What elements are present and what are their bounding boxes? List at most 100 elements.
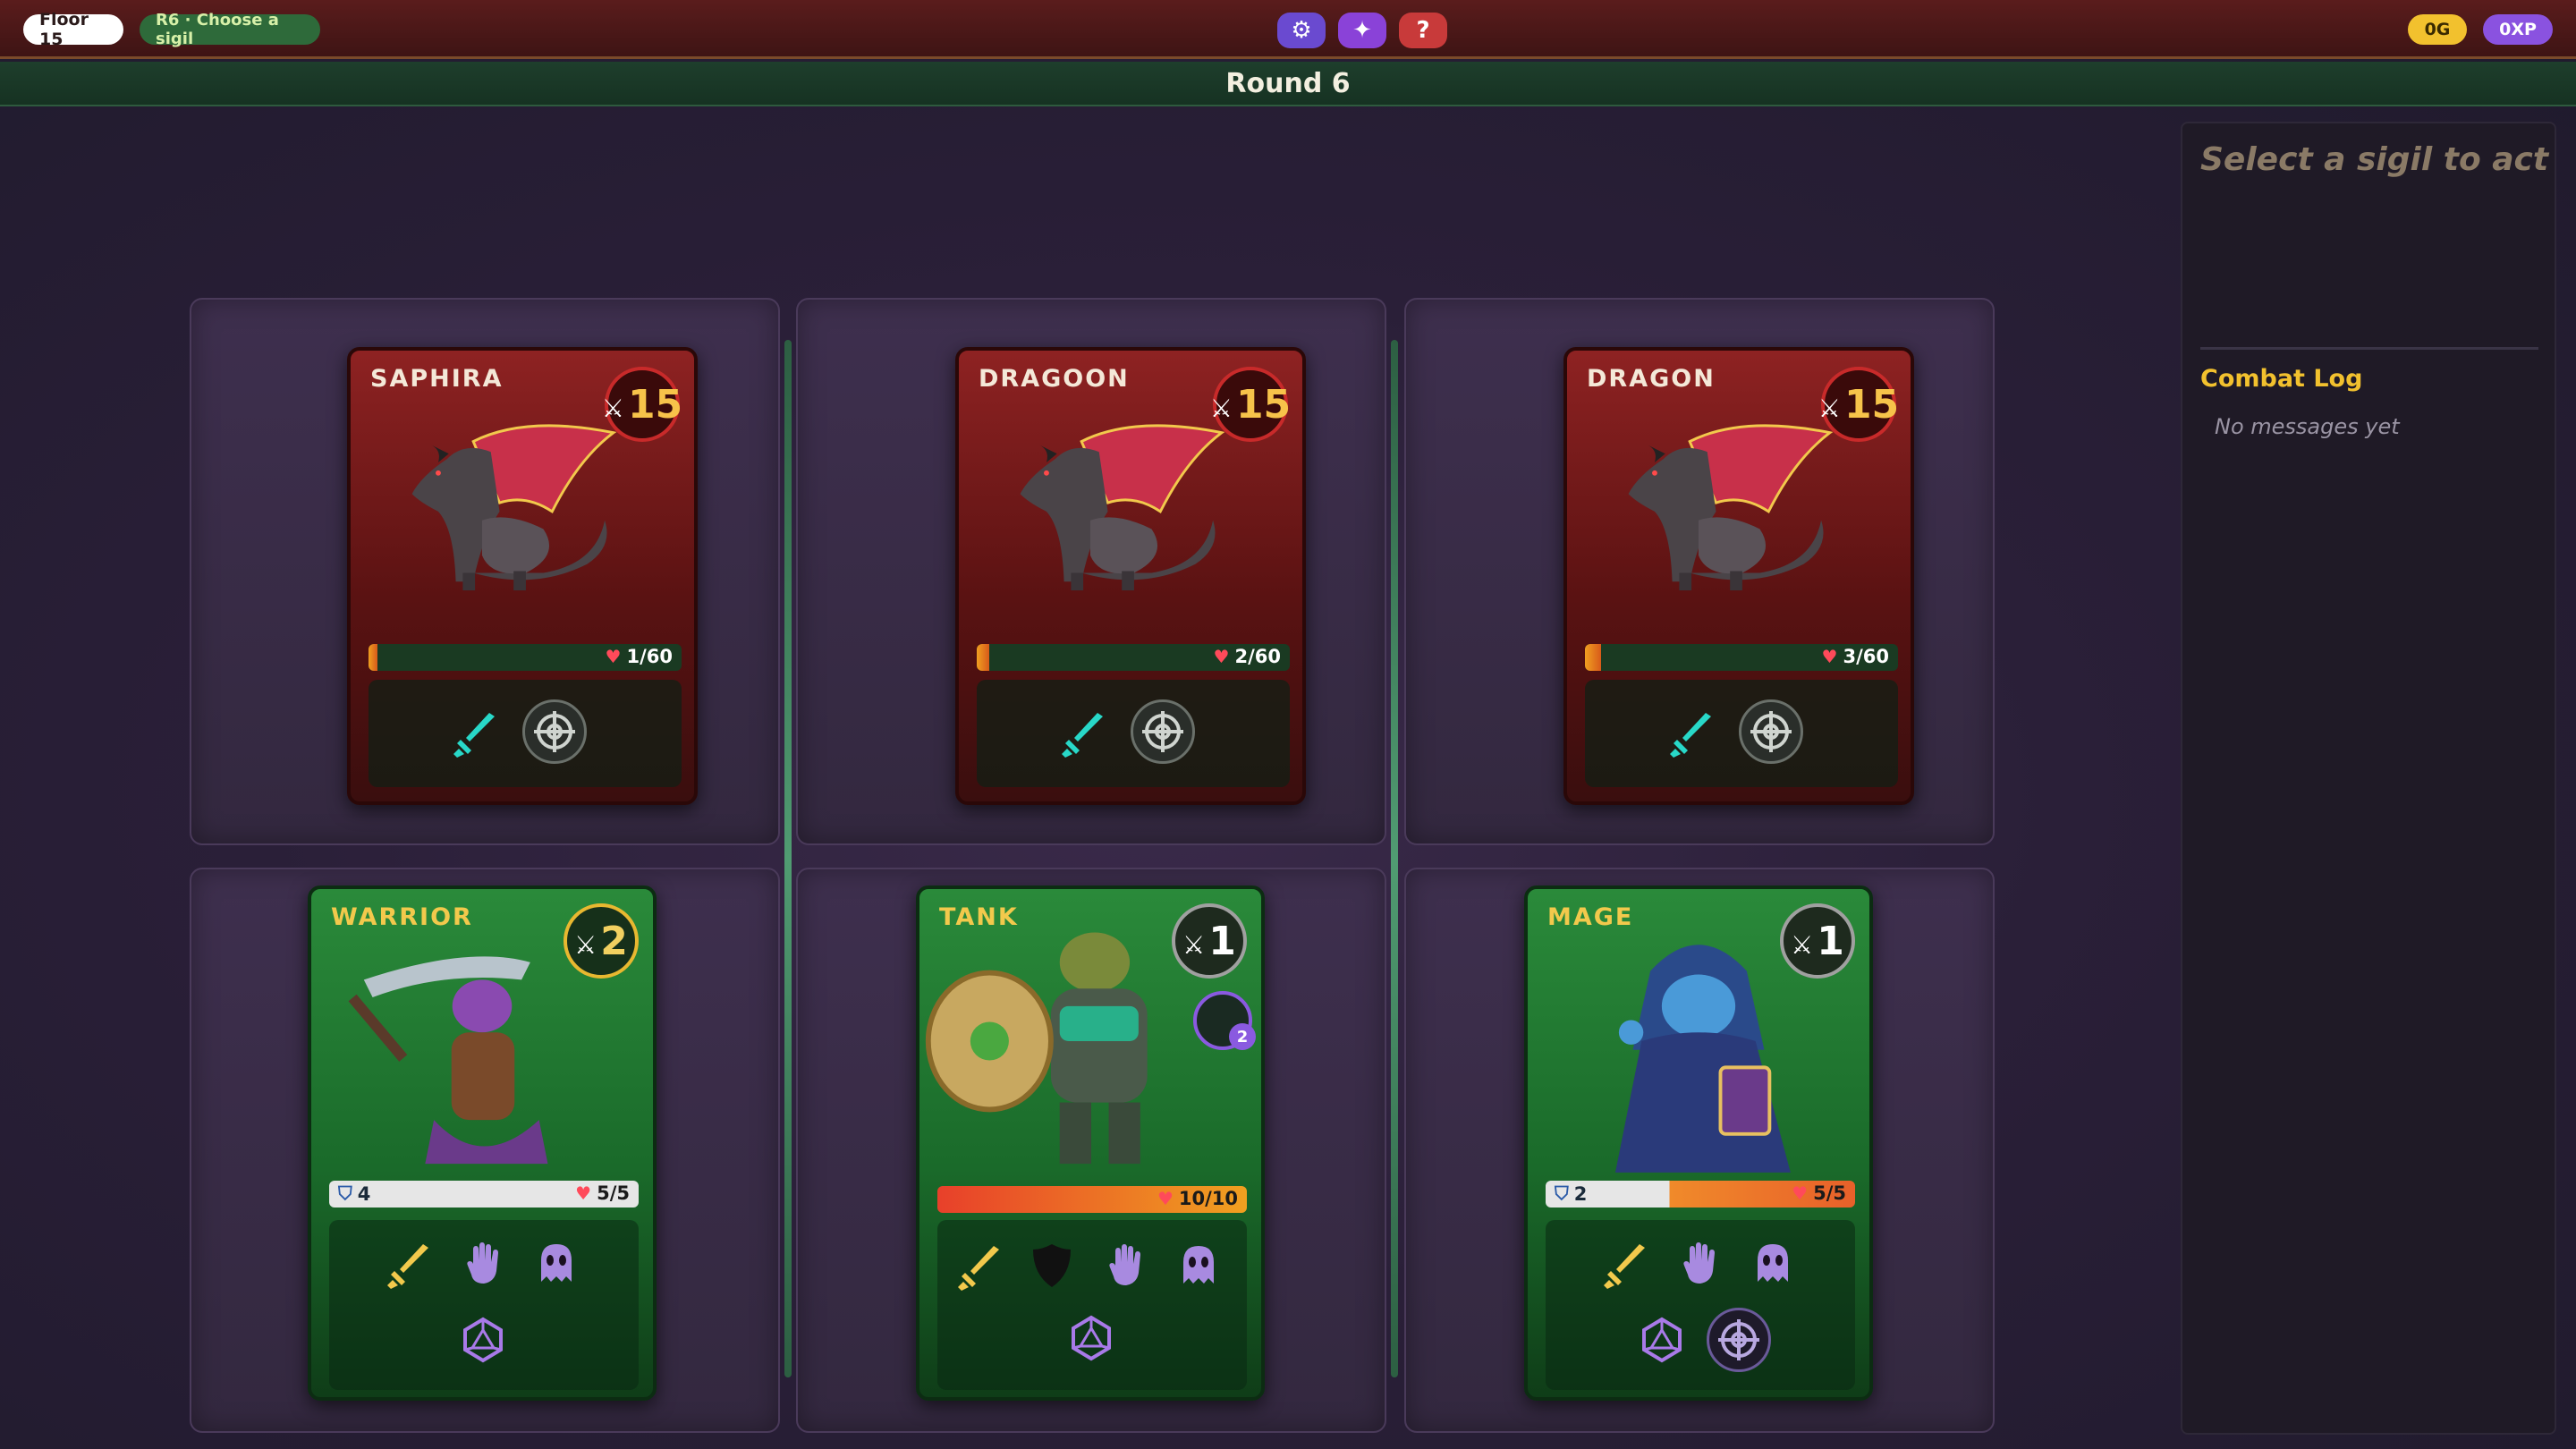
gold-counter: 0G — [2408, 14, 2467, 45]
enemy-name: DRAGON — [1587, 365, 1716, 393]
hp-text: 2/60 — [1234, 646, 1281, 667]
ghost-sigil[interactable] — [1741, 1231, 1805, 1295]
ally-card-tank[interactable]: TANK ⚔ 1 2 ♥ 10/10 — [916, 886, 1265, 1401]
sword-icon — [387, 1244, 428, 1289]
sword-sigil[interactable] — [1050, 699, 1114, 764]
d20-sigil[interactable] — [451, 1308, 515, 1372]
status-counter-badge: 2 — [1193, 991, 1256, 1050]
enemy-name: DRAGOON — [979, 365, 1130, 393]
hp-fill — [369, 644, 377, 671]
combat-log-title: Combat Log — [2200, 365, 2363, 393]
d20-icon — [1072, 1316, 1111, 1360]
hp-text: 3/60 — [1843, 646, 1889, 667]
ghost-icon — [541, 1244, 572, 1282]
hp-fill — [977, 644, 989, 671]
dragon-portrait — [1019, 424, 1224, 592]
sword-icon — [453, 713, 495, 758]
heart-icon: ♥ — [575, 1182, 592, 1204]
ability-panel — [369, 680, 682, 787]
ability-panel — [977, 680, 1290, 787]
sword-icon — [1670, 713, 1711, 758]
warrior-portrait — [348, 956, 548, 1165]
enemy-card-dragon[interactable]: DRAGON ⚔ 15 ♥ 3/60 — [1563, 347, 1914, 805]
crosshair-sigil[interactable] — [1707, 1308, 1771, 1372]
crosshair-icon — [1716, 1318, 1761, 1362]
hand-sigil[interactable] — [451, 1231, 515, 1295]
heart-icon: ♥ — [1821, 646, 1838, 667]
gear-icon: ⚙ — [1291, 17, 1312, 44]
shield-value: 4 — [357, 1182, 371, 1205]
sword-icon — [1604, 1244, 1645, 1289]
settings-button[interactable]: ⚙ — [1277, 13, 1326, 48]
sword-sigil[interactable] — [376, 1231, 440, 1295]
enemy-hp-bar: ♥ 1/60 — [369, 644, 682, 671]
round-label: Round 6 — [1225, 67, 1351, 99]
ghost-sigil[interactable] — [1166, 1233, 1231, 1297]
combat-log-empty: No messages yet — [2215, 414, 2400, 439]
d20-sigil[interactable] — [1059, 1306, 1123, 1370]
ally-card-mage[interactable]: MAGE ⚔ 1 ⛉ 2 ♥ 5/5 — [1524, 886, 1873, 1401]
hp-text: 10/10 — [1178, 1188, 1238, 1209]
enemy-card-saphira[interactable]: SAPHIRA ⚔ 15 ♥ 1/60 — [347, 347, 698, 805]
ally-hp-bar: ♥ 10/10 — [937, 1186, 1247, 1213]
ghost-sigil[interactable] — [524, 1231, 589, 1295]
heart-icon: ♥ — [1213, 646, 1230, 667]
sparkle-icon: ✦ — [1352, 17, 1372, 44]
crosshair-icon — [532, 709, 577, 754]
crosshair-sigil[interactable] — [1739, 699, 1803, 764]
top-bar: Floor 15 R6 · Choose a sigil ⚙ ✦ ? 0G 0X… — [0, 0, 2576, 59]
panel-divider — [2200, 347, 2538, 350]
ally-card-warrior[interactable]: WARRIOR ⚔ 2 ⛉ 4 ♥ 5/5 — [308, 886, 657, 1401]
shield-icon: ⛉ — [1555, 1182, 1569, 1204]
lane-divider — [1391, 340, 1398, 1377]
status-count: 2 — [1229, 1023, 1256, 1050]
d20-icon — [1642, 1318, 1682, 1362]
ability-panel — [329, 1220, 639, 1390]
help-icon: ? — [1416, 17, 1430, 44]
shield-sigil[interactable] — [1020, 1233, 1084, 1297]
enemy-hp-bar: ♥ 2/60 — [977, 644, 1290, 671]
crosshair-icon — [1140, 709, 1185, 754]
shield-icon — [1033, 1244, 1071, 1287]
sword-icon — [958, 1246, 999, 1291]
ability-panel — [1585, 680, 1898, 787]
dragon-portrait — [1627, 424, 1832, 592]
hp-fill — [1585, 644, 1601, 671]
enemy-card-dragoon[interactable]: DRAGOON ⚔ 15 ♥ 2/60 — [955, 347, 1306, 805]
hp-text: 1/60 — [626, 646, 673, 667]
sword-sigil[interactable] — [1658, 699, 1723, 764]
ability-panel — [937, 1220, 1247, 1390]
xp-counter: 0XP — [2483, 14, 2553, 45]
crosshair-icon — [1749, 709, 1793, 754]
ghost-icon — [1758, 1244, 1788, 1282]
enemy-hp-bar: ♥ 3/60 — [1585, 644, 1898, 671]
hand-icon — [1683, 1242, 1715, 1284]
help-button[interactable]: ? — [1399, 13, 1447, 48]
stage-badge: R6 · Choose a sigil — [140, 11, 320, 48]
sparkle-button[interactable]: ✦ — [1338, 13, 1386, 48]
ability-panel — [1546, 1220, 1855, 1390]
crosshair-sigil[interactable] — [1131, 699, 1195, 764]
sword-sigil[interactable] — [1592, 1231, 1657, 1295]
dragon-portrait — [411, 424, 615, 592]
heart-icon: ♥ — [605, 646, 622, 667]
hand-sigil[interactable] — [1093, 1233, 1157, 1297]
sword-sigil[interactable] — [946, 1233, 1011, 1297]
hp-text: 5/5 — [1813, 1182, 1846, 1204]
crosshair-sigil[interactable] — [522, 699, 587, 764]
lane-divider — [784, 340, 792, 1377]
mage-portrait — [1614, 945, 1791, 1173]
shield-value: 2 — [1573, 1182, 1588, 1205]
sword-sigil[interactable] — [442, 699, 506, 764]
ally-hp-bar: ⛉ 4 ♥ 5/5 — [329, 1181, 639, 1208]
d20-sigil[interactable] — [1630, 1308, 1694, 1372]
round-banner: Round 6 — [0, 62, 2576, 106]
ghost-icon — [1183, 1246, 1214, 1284]
hp-text: 5/5 — [597, 1182, 630, 1204]
floor-badge: Floor 15 — [23, 10, 123, 49]
hand-sigil[interactable] — [1667, 1231, 1732, 1295]
heart-icon: ♥ — [1792, 1182, 1809, 1204]
hand-icon — [1109, 1244, 1140, 1285]
action-side-panel: Select a sigil to act Combat Log No mess… — [2181, 122, 2556, 1435]
sigil-prompt: Select a sigil to act — [2200, 141, 2549, 178]
